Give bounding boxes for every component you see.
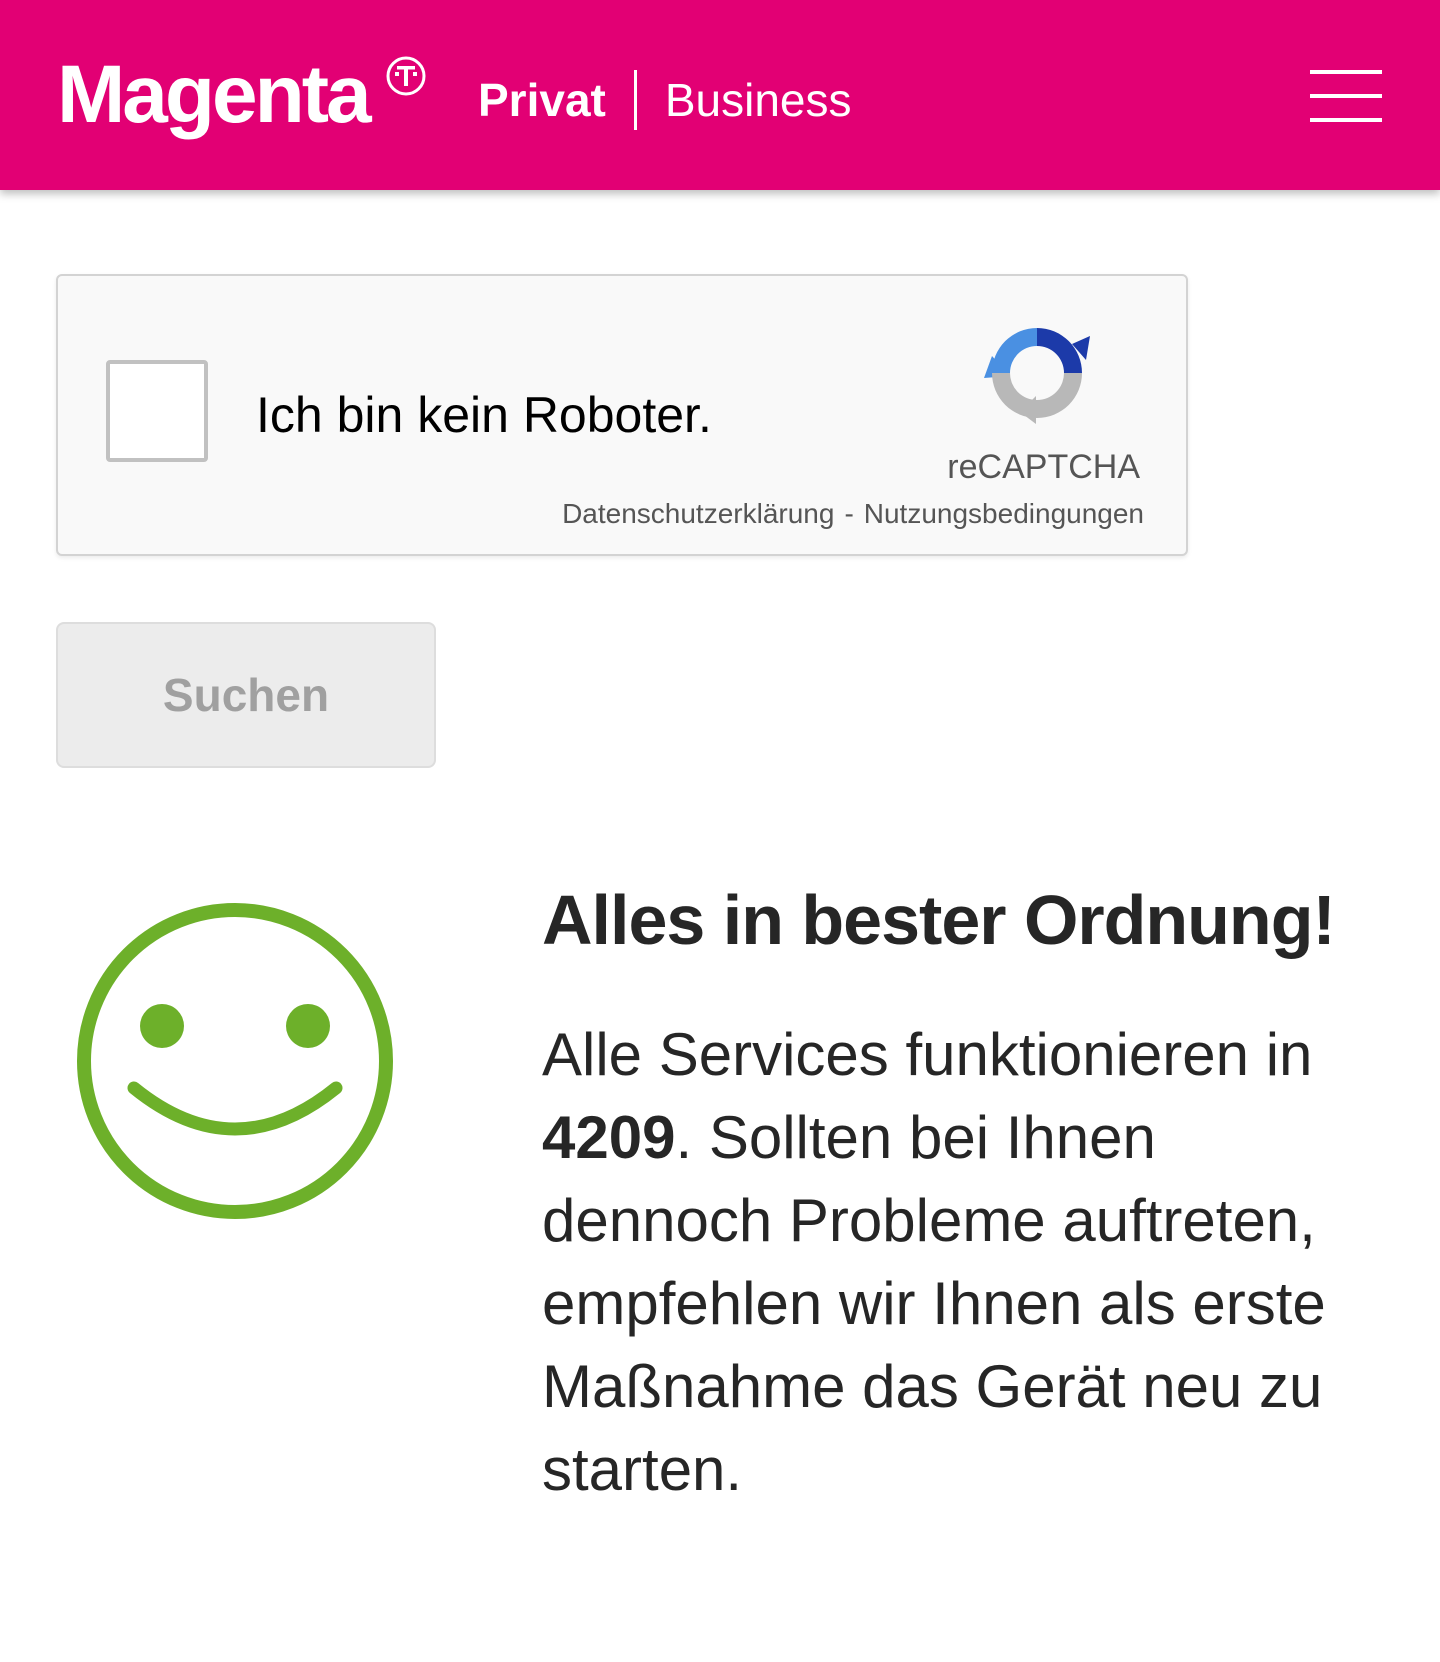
segment-nav: Privat Business (478, 68, 852, 132)
recaptcha-logo-icon (984, 328, 1090, 424)
telekom-t-icon (386, 56, 426, 96)
nav-business-link[interactable]: Business (665, 73, 852, 127)
recaptcha-links: Datenschutzerklärung - Nutzungsbedingungen (562, 498, 1144, 530)
nav-privat-link[interactable]: Privat (478, 73, 606, 127)
recaptcha-widget: Ich bin kein Roboter. reCAPTCHA Datensch… (56, 274, 1188, 556)
status-text-before: Alle Services funktionieren in (542, 1021, 1313, 1088)
status-title: Alles in bester Ordnung! (542, 881, 1336, 959)
status-message: Alle Services funktionieren in 4209. Sol… (542, 1013, 1402, 1511)
terms-link[interactable]: Nutzungsbedingungen (864, 498, 1144, 529)
magenta-logo[interactable]: Magenta (57, 54, 372, 136)
smiley-face-icon (77, 903, 393, 1219)
recaptcha-label: Ich bin kein Roboter. (256, 387, 712, 443)
recaptcha-brand-text: reCAPTCHA (947, 448, 1140, 486)
nav-divider (633, 70, 637, 130)
recaptcha-checkbox[interactable] (106, 360, 208, 462)
search-button[interactable]: Suchen (56, 622, 436, 768)
links-separator: - (844, 498, 854, 529)
privacy-link[interactable]: Datenschutzerklärung (562, 498, 834, 529)
hamburger-menu-icon[interactable] (1310, 70, 1382, 122)
top-header: Magenta Privat Business (0, 0, 1440, 190)
postal-code: 4209 (542, 1104, 676, 1171)
